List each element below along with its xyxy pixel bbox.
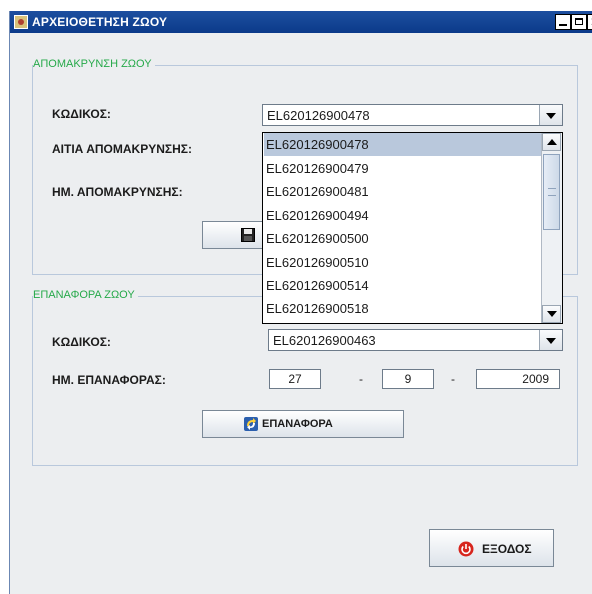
dropdown-option[interactable]: EL620126900514 [264,274,542,297]
chevron-down-icon[interactable] [539,105,562,125]
exit-button[interactable]: ΕΞΟΔΟΣ [429,529,554,567]
scroll-thumb[interactable] [543,154,560,230]
restore-arrows-icon [244,417,258,431]
dropdown-option[interactable]: EL620126900500 [264,227,542,250]
dropdown-option[interactable]: EL620126900510 [264,251,542,274]
restore-group-legend: ΕΠΑΝΑΦΟΡΑ ΖΩΟΥ [33,289,138,301]
dropdown-option[interactable]: EL620126900481 [264,180,542,203]
minimize-button[interactable] [555,14,571,30]
removal-code-combo[interactable]: EL620126900478 [262,104,563,126]
restore-date-year[interactable]: 2009 [476,369,560,389]
app-window: ΑΡΧΕΙΟΘΕΤΗΣΗ ΖΩΟΥ ✕ ΑΠΟΜΑΚΡΥΝΣΗ ΖΩΟΥ ΚΩΔ… [9,11,592,594]
exit-power-icon [458,541,474,557]
restore-date-label: ΗΜ. ΕΠΑΝΑΦΟΡΑΣ: [52,373,166,387]
removal-code-value: EL620126900478 [267,108,370,123]
dropdown-option[interactable]: EL620126900494 [264,204,542,227]
removal-code-dropdown-list[interactable]: EL620126900478 EL620126900479 EL62012690… [262,132,563,324]
dropdown-scrollbar[interactable] [541,133,562,323]
date-separator: - [451,372,455,386]
chevron-down-icon[interactable] [539,330,562,350]
date-separator: - [359,372,363,386]
restore-code-combo[interactable]: EL620126900463 [268,329,563,351]
window-title: ΑΡΧΕΙΟΘΕΤΗΣΗ ΖΩΟΥ [32,15,168,29]
java-cup-icon [14,15,28,29]
removal-group-legend: ΑΠΟΜΑΚΡΥΝΣΗ ΖΩΟΥ [33,58,155,70]
title-bar[interactable]: ΑΡΧΕΙΟΘΕΤΗΣΗ ΖΩΟΥ ✕ [10,11,592,33]
exit-button-label: ΕΞΟΔΟΣ [482,542,532,556]
floppy-disk-icon [241,228,255,242]
restore-button[interactable]: ΕΠΑΝΑΦΟΡΑ [202,410,404,438]
restore-code-value: EL620126900463 [273,333,376,348]
restore-date-day[interactable]: 27 [269,369,321,389]
removal-reason-label: ΑΙΤΙΑ ΑΠΟΜΑΚΡΥΝΣΗΣ: [52,142,192,156]
dropdown-option[interactable]: EL620126900479 [264,157,542,180]
restore-code-label: ΚΩΔΙΚΟΣ: [52,335,111,349]
restore-date-month[interactable]: 9 [382,369,434,389]
restore-button-label: ΕΠΑΝΑΦΟΡΑ [262,418,333,430]
removal-code-label: ΚΩΔΙΚΟΣ: [52,107,111,121]
removal-date-label: ΗΜ. ΑΠΟΜΑΚΡΥΝΣΗΣ: [52,185,183,199]
maximize-button[interactable] [571,14,587,30]
close-button[interactable]: ✕ [587,14,592,30]
dropdown-option[interactable]: EL620126900518 [264,297,542,320]
dropdown-option[interactable]: EL620126900478 [264,133,542,156]
scroll-up-button[interactable] [542,133,561,151]
scroll-down-button[interactable] [542,305,561,323]
